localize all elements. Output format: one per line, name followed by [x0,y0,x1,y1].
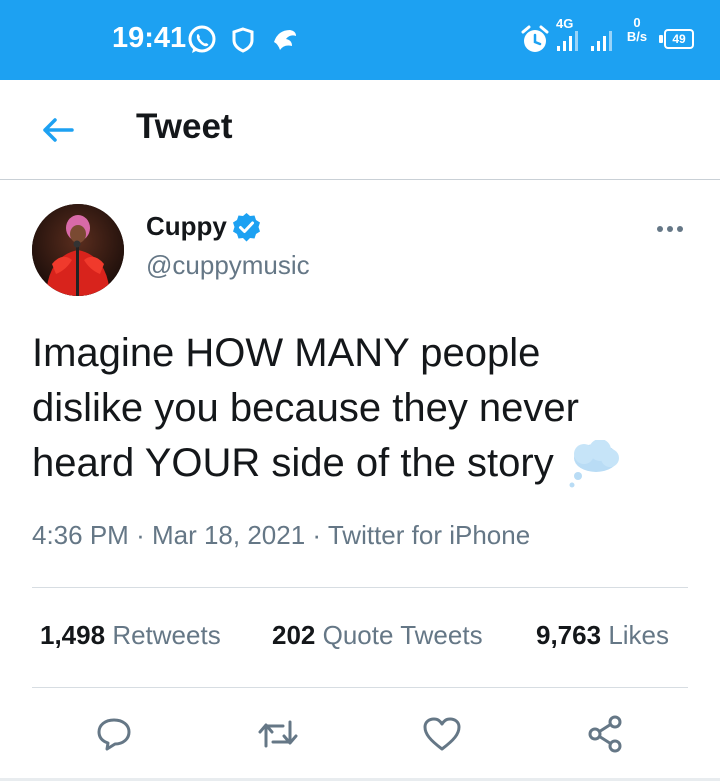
heart-icon [423,717,461,751]
tweet-date: Mar 18, 2021 [151,520,306,550]
app-notification-icon [270,22,302,58]
arrow-left-icon [43,118,74,142]
meta-separator: · [136,520,145,550]
top-app-bar: Tweet [0,80,720,180]
share-button[interactable] [584,712,628,756]
tweet-time: 4:36 PM [32,520,129,550]
tweet-text-line: Imagine HOW MANY people [32,331,541,375]
network-speed: 0 B/s [624,16,650,44]
alarm-icon [520,24,552,60]
shield-icon [230,22,262,58]
network-speed-value: 0 [633,15,641,30]
quote-tweets-count: 202 [272,620,316,650]
author-handle[interactable]: @cuppymusic [146,250,310,281]
page-title: Tweet [136,107,233,146]
status-bar: 19:41 4G 0 B/s 49 [0,0,720,80]
quote-tweets-label: Quote Tweets [322,620,483,650]
tweet-text-line: dislike you because they never [32,386,579,430]
status-time: 19:41 [112,22,187,54]
meta-separator: · [312,520,322,550]
reply-icon [97,718,131,751]
more-options-button[interactable] [650,215,690,243]
divider [32,587,688,588]
more-dots-icon [667,226,673,232]
battery-icon: 49 [664,29,694,49]
share-icon [588,715,622,753]
whatsapp-icon [186,22,218,58]
like-button[interactable] [420,712,464,756]
likes-stat[interactable]: 9,763 Likes [536,620,669,651]
more-dots-icon [677,226,683,232]
tweet-text: Imagine HOW MANY people dislike you beca… [32,326,692,491]
reply-button[interactable] [92,712,136,756]
signal-strength-icon [556,30,588,66]
retweets-stat[interactable]: 1,498 Retweets [40,620,221,651]
retweet-icon [258,720,298,748]
retweets-label: Retweets [112,620,221,650]
verified-badge-icon [231,212,262,243]
tweet-text-line-content: heard YOUR side of the story [32,441,554,485]
avatar[interactable] [32,204,124,296]
tweet-actions [0,700,720,770]
more-dots-icon [657,226,663,232]
tweet-source[interactable]: Twitter for iPhone [328,520,530,550]
tweet-metadata: 4:36 PM · Mar 18, 2021 · Twitter for iPh… [32,520,530,551]
likes-label: Likes [608,620,670,650]
thought-balloon-emoji [569,440,619,488]
network-speed-unit: B/s [626,29,648,44]
back-button[interactable] [36,110,80,150]
tweet-text-line-last: heard YOUR side of the story [32,436,692,491]
signal-strength-2-icon [590,30,622,66]
divider [32,687,688,688]
network-type-label: 4G [556,16,574,31]
battery-tip [659,35,663,43]
retweet-button[interactable] [256,712,300,756]
quote-tweets-stat[interactable]: 202 Quote Tweets [272,620,483,651]
retweets-count: 1,498 [40,620,106,650]
author-name[interactable]: Cuppy [146,211,227,242]
likes-count: 9,763 [536,620,602,650]
